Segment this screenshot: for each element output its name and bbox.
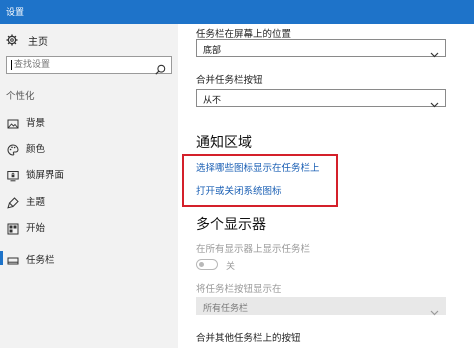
sidebar-item-label: 颜色 bbox=[26, 144, 46, 155]
active-indicator bbox=[0, 251, 3, 265]
home-label: 主页 bbox=[28, 36, 48, 48]
text-caret bbox=[11, 60, 12, 70]
start-icon bbox=[7, 220, 19, 235]
taskbar-position-label: 任务栏在屏幕上的位置 bbox=[196, 29, 292, 40]
show-buttons-on-dropdown[interactable]: 所有任务栏 bbox=[196, 297, 446, 316]
notification-area-heading: 通知区域 bbox=[196, 135, 252, 151]
dropdown-value: 所有任务栏 bbox=[203, 304, 249, 314]
sidebar-item-label: 背景 bbox=[26, 118, 46, 129]
toggle-knob bbox=[199, 261, 204, 267]
sidebar-item-label: 锁屏界面 bbox=[26, 170, 65, 181]
show-on-all-displays-label: 在所有显示器上显示任务栏 bbox=[196, 244, 311, 255]
title-bar: 设置 bbox=[0, 0, 474, 24]
search-box[interactable] bbox=[6, 56, 172, 75]
sidebar-item-label: 任务栏 bbox=[26, 255, 55, 266]
sidebar-item-background[interactable]: 背景 bbox=[0, 111, 178, 131]
system-icons-link[interactable]: 打开或关闭系统图标 bbox=[196, 183, 282, 197]
multiple-displays-heading: 多个显示器 bbox=[196, 217, 266, 233]
select-taskbar-icons-link[interactable]: 选择哪些图标显示在任务栏上 bbox=[196, 160, 320, 174]
dropdown-value: 从不 bbox=[203, 96, 222, 106]
sidebar-item-lock-screen[interactable]: 锁屏界面 bbox=[0, 163, 178, 183]
taskbar-icon bbox=[7, 252, 19, 265]
combine-buttons-label: 合并任务栏按钮 bbox=[196, 75, 263, 86]
gear-icon bbox=[6, 34, 18, 46]
chevron-down-icon bbox=[430, 94, 439, 108]
image-icon bbox=[7, 115, 19, 129]
taskbar-position-dropdown[interactable]: 底部 bbox=[196, 39, 446, 58]
toggle-state-label: 关 bbox=[226, 262, 236, 272]
home-nav-item[interactable]: 主页 bbox=[6, 32, 48, 48]
section-label-personalization: 个性化 bbox=[6, 91, 35, 102]
show-buttons-on-label: 将任务栏按钮显示在 bbox=[196, 284, 282, 295]
combine-buttons-dropdown[interactable]: 从不 bbox=[196, 89, 446, 108]
sidebar-item-label: 主题 bbox=[26, 197, 46, 208]
sidebar-item-colors[interactable]: 颜色 bbox=[0, 137, 178, 157]
search-icon[interactable] bbox=[155, 60, 166, 75]
sidebar-item-themes[interactable]: 主题 bbox=[0, 190, 178, 210]
combine-other-buttons-label: 合并其他任务栏上的按钮 bbox=[196, 333, 301, 344]
sidebar: 主页 个性化 背景 颜色 锁屏界面 主题 开始 bbox=[0, 24, 178, 348]
lock-screen-icon bbox=[7, 167, 19, 182]
show-on-all-displays-toggle[interactable] bbox=[196, 259, 218, 270]
main-content: 任务栏在屏幕上的位置 底部 合并任务栏按钮 从不 通知区域 选择哪些图标显示在任… bbox=[178, 24, 474, 348]
sidebar-item-start[interactable]: 开始 bbox=[0, 216, 178, 236]
palette-icon bbox=[7, 141, 19, 156]
window-title: 设置 bbox=[6, 8, 25, 18]
chevron-down-icon bbox=[430, 302, 439, 316]
dropdown-value: 底部 bbox=[203, 46, 222, 56]
sidebar-item-taskbar[interactable]: 任务栏 bbox=[0, 248, 178, 268]
chevron-down-icon bbox=[430, 44, 439, 58]
theme-icon bbox=[7, 194, 19, 209]
sidebar-item-label: 开始 bbox=[26, 223, 46, 234]
search-input[interactable] bbox=[14, 58, 144, 72]
